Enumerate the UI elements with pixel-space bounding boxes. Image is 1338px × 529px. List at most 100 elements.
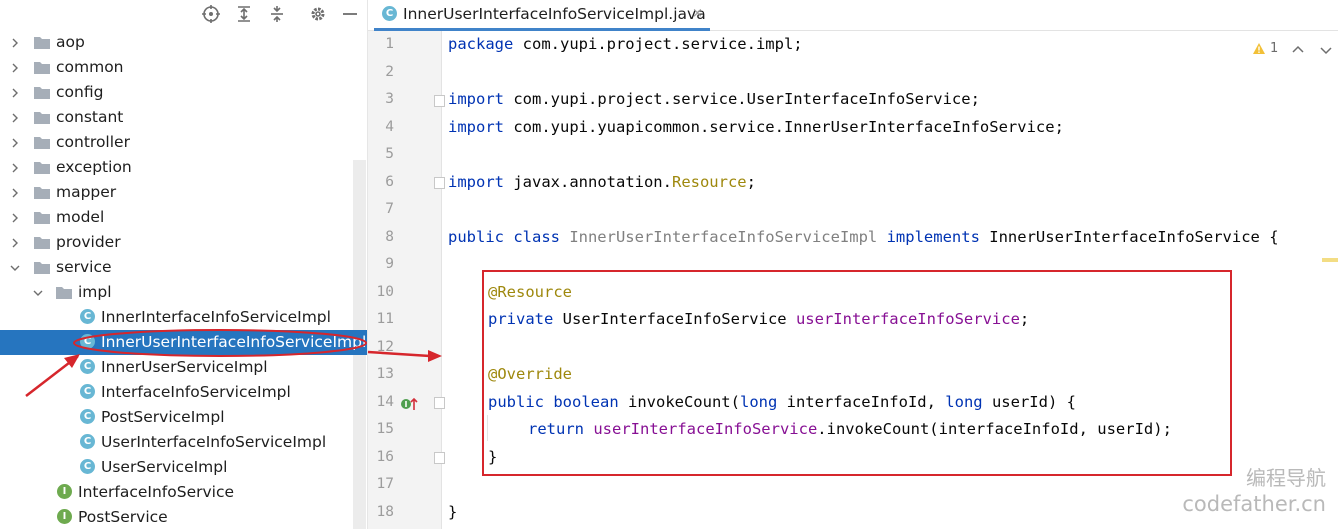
class-icon: C bbox=[80, 384, 95, 399]
class-icon: C bbox=[80, 359, 95, 374]
tree-item-class[interactable]: C UserServiceImpl bbox=[0, 455, 367, 480]
chevron-right-icon[interactable] bbox=[9, 105, 21, 130]
tree-item-label: InterfaceInfoServiceImpl bbox=[101, 383, 291, 401]
line-number: 11 bbox=[376, 311, 394, 327]
chevron-right-icon[interactable] bbox=[9, 180, 21, 205]
class-icon: C bbox=[382, 6, 397, 21]
fold-marker-icon[interactable] bbox=[434, 397, 445, 409]
error-stripe-marker[interactable] bbox=[1322, 258, 1338, 262]
tree-item-exception[interactable]: exception bbox=[0, 155, 367, 180]
implements-method-icon[interactable]: I bbox=[400, 395, 418, 417]
svg-text:I: I bbox=[405, 400, 408, 409]
tree-item-label: InnerUserInterfaceInfoServiceImpl bbox=[101, 333, 367, 351]
code-token: import bbox=[448, 172, 504, 191]
line-number: 14 bbox=[376, 393, 394, 410]
line-number: 7 bbox=[385, 201, 394, 217]
tree-item-controller[interactable]: controller bbox=[0, 130, 367, 155]
folder-icon bbox=[34, 112, 50, 124]
chevron-down-icon[interactable] bbox=[32, 280, 44, 305]
watermark-title: 编程导航 bbox=[1246, 466, 1326, 490]
fold-marker-icon[interactable] bbox=[434, 177, 445, 189]
line-number: 3 bbox=[385, 91, 394, 107]
folder-icon bbox=[56, 287, 72, 299]
code-token: package bbox=[448, 35, 514, 53]
tree-item-config[interactable]: config bbox=[0, 80, 367, 105]
gear-icon[interactable] bbox=[307, 3, 329, 25]
folder-icon bbox=[34, 262, 50, 274]
tree-item-label: exception bbox=[56, 158, 132, 176]
line-number: 1 bbox=[385, 36, 394, 52]
folder-icon bbox=[34, 212, 50, 224]
chevron-right-icon[interactable] bbox=[9, 55, 21, 80]
code-token: public class bbox=[448, 227, 560, 246]
tree-item-label: UserServiceImpl bbox=[101, 458, 228, 476]
tab-label: InnerUserInterfaceInfoServiceImpl.java bbox=[403, 5, 706, 23]
code-token: javax.annotation. bbox=[504, 172, 672, 191]
tree-item-common[interactable]: common bbox=[0, 55, 367, 80]
tree-item-label: model bbox=[56, 208, 105, 226]
tree-item-label: InnerInterfaceInfoServiceImpl bbox=[101, 308, 331, 326]
tree-item-interface[interactable]: I InterfaceInfoService bbox=[0, 480, 367, 505]
tree-item-mapper[interactable]: mapper bbox=[0, 180, 367, 205]
tree-item-class[interactable]: C InnerInterfaceInfoServiceImpl bbox=[0, 305, 367, 330]
tree-item-label: aop bbox=[56, 33, 85, 51]
line-number: 8 bbox=[385, 228, 394, 245]
class-icon: C bbox=[80, 309, 95, 324]
project-panel: aop common config constant controller ex… bbox=[0, 0, 368, 529]
chevron-right-icon[interactable] bbox=[9, 80, 21, 105]
chevron-right-icon[interactable] bbox=[9, 155, 21, 180]
folder-icon bbox=[34, 87, 50, 99]
folder-icon bbox=[34, 137, 50, 149]
locate-icon[interactable] bbox=[200, 3, 222, 25]
tree-item-constant[interactable]: constant bbox=[0, 105, 367, 130]
tree-item-class-selected[interactable]: C InnerUserInterfaceInfoServiceImpl bbox=[0, 330, 367, 355]
chevron-up-icon[interactable] bbox=[1292, 40, 1304, 59]
editor-gutter: 1 2 3 4 5 6 7 8 9 10 11 12 13 14 15 16 1… bbox=[368, 31, 445, 529]
tree-item-aop[interactable]: aop bbox=[0, 30, 367, 55]
close-icon[interactable]: × bbox=[692, 0, 703, 28]
tree-item-class[interactable]: C InnerUserServiceImpl bbox=[0, 355, 367, 380]
code-line: import com.yupi.yuapicommon.service.Inne… bbox=[448, 114, 1064, 142]
minimize-icon[interactable] bbox=[339, 3, 361, 25]
code-token: com.yupi.yuapicommon.service.InnerUserIn… bbox=[504, 117, 1064, 136]
chevron-right-icon[interactable] bbox=[9, 130, 21, 155]
tree-item-service[interactable]: service bbox=[0, 255, 367, 280]
line-number: 2 bbox=[385, 63, 394, 80]
code-token: InnerUserInterfaceInfoServiceImpl bbox=[559, 227, 878, 246]
annotation-highlight-box bbox=[482, 270, 1232, 476]
tree-item-label: config bbox=[56, 83, 104, 101]
editor-tab-bar: C InnerUserInterfaceInfoServiceImpl.java… bbox=[368, 0, 1338, 31]
line-number: 9 bbox=[385, 256, 394, 272]
tree-item-impl[interactable]: impl bbox=[0, 280, 367, 305]
expand-all-icon[interactable] bbox=[233, 3, 255, 25]
warning-icon bbox=[1253, 42, 1265, 54]
fold-marker-icon[interactable] bbox=[434, 95, 445, 107]
class-icon: C bbox=[80, 434, 95, 449]
folder-icon bbox=[34, 62, 50, 74]
tree-item-class[interactable]: C InterfaceInfoServiceImpl bbox=[0, 380, 367, 405]
class-icon: C bbox=[80, 459, 95, 474]
code-token: com.yupi.project.service.impl; bbox=[513, 35, 803, 53]
chevron-right-icon[interactable] bbox=[9, 205, 21, 230]
editor-tab[interactable]: C InnerUserInterfaceInfoServiceImpl.java… bbox=[374, 0, 710, 31]
folder-icon bbox=[34, 237, 50, 249]
inspection-widget[interactable]: 1 bbox=[1252, 38, 1278, 58]
chevron-right-icon[interactable] bbox=[9, 30, 21, 55]
tree-item-interface[interactable]: I PostService bbox=[0, 505, 367, 529]
chevron-right-icon[interactable] bbox=[9, 230, 21, 255]
collapse-all-icon[interactable] bbox=[266, 3, 288, 25]
tree-item-label: common bbox=[56, 58, 124, 76]
tree-item-model[interactable]: model bbox=[0, 205, 367, 230]
code-token: import bbox=[448, 90, 504, 108]
line-number: 17 bbox=[376, 476, 394, 492]
tree-item-class[interactable]: C UserInterfaceInfoServiceImpl bbox=[0, 430, 367, 455]
fold-marker-icon[interactable] bbox=[434, 452, 445, 464]
tree-item-class[interactable]: C PostServiceImpl bbox=[0, 405, 367, 430]
chevron-down-icon[interactable] bbox=[9, 255, 21, 280]
code-token: com.yupi.project.service.UserInterfaceIn… bbox=[504, 90, 980, 108]
code-line: } bbox=[448, 499, 457, 527]
chevron-down-icon[interactable] bbox=[1320, 40, 1332, 59]
line-number: 4 bbox=[385, 118, 394, 135]
tree-item-label: mapper bbox=[56, 183, 117, 201]
tree-item-provider[interactable]: provider bbox=[0, 230, 367, 255]
